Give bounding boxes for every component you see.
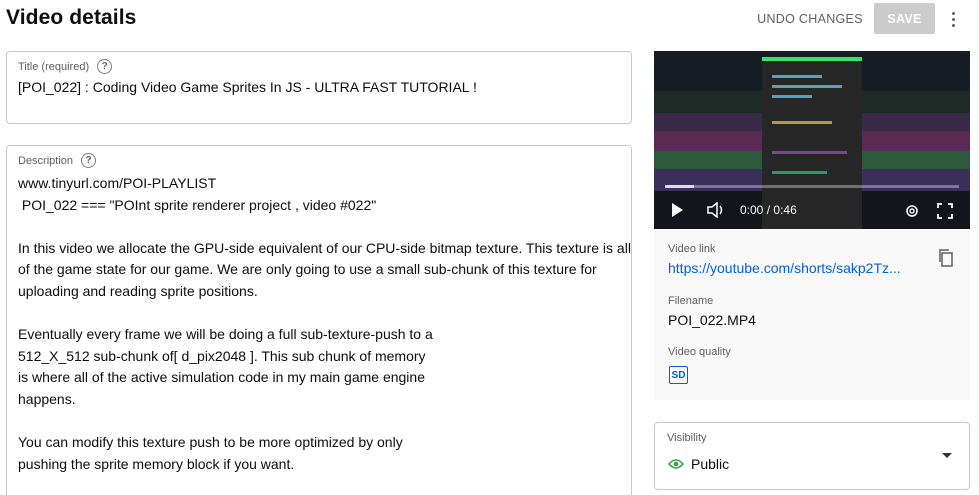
title-label: Title (required) [18, 60, 90, 73]
video-progress-bar[interactable] [665, 185, 959, 188]
more-options-icon[interactable] [943, 6, 963, 32]
description-label: Description [18, 154, 74, 167]
video-time: 0:00 / 0:46 [740, 203, 797, 217]
video-progress-fill [665, 185, 695, 188]
video-preview[interactable]: 0:00 / 0:46 [654, 51, 970, 229]
undo-changes-button[interactable]: UNDO CHANGES [752, 4, 868, 33]
visibility-select[interactable]: Visibility Public [654, 422, 970, 490]
description-textarea[interactable]: www.tinyurl.com/POI-PLAYLIST POI_022 ===… [18, 173, 631, 475]
help-icon[interactable]: ? [97, 59, 113, 74]
video-link[interactable]: https://youtube.com/shorts/sakp2Tz... [668, 260, 901, 276]
dropdown-arrow-icon[interactable] [942, 453, 952, 458]
time-separator: / [766, 203, 771, 217]
filename-value: POI_022.MP4 [668, 312, 756, 328]
total-time: 0:46 [773, 203, 797, 217]
description-label-row: Description ? [18, 153, 97, 168]
sd-quality-icon: SD [669, 366, 688, 384]
play-icon[interactable] [672, 203, 683, 217]
visibility-value: Public [691, 456, 730, 472]
video-quality-label: Video quality [668, 346, 731, 358]
description-field[interactable]: Description ? www.tinyurl.com/POI-PLAYLI… [6, 145, 632, 495]
page-title: Video details [6, 6, 137, 29]
title-input[interactable]: [POI_022] : Coding Video Game Sprites In… [18, 79, 477, 95]
title-label-row: Title (required) ? [18, 59, 113, 74]
copy-icon[interactable] [938, 249, 954, 267]
fullscreen-icon[interactable] [937, 203, 953, 219]
current-time: 0:00 [740, 203, 764, 217]
settings-gear-icon[interactable] [904, 203, 920, 219]
video-info-panel: 0:00 / 0:46 Video link https://youtube.c… [654, 51, 970, 400]
eye-icon [668, 459, 684, 469]
help-icon[interactable]: ? [81, 153, 97, 168]
title-field[interactable]: Title (required) ? [POI_022] : Coding Vi… [6, 51, 632, 124]
save-button[interactable]: SAVE [874, 3, 935, 34]
visibility-label: Visibility [667, 432, 707, 444]
video-link-label: Video link [668, 243, 716, 255]
volume-icon[interactable] [707, 202, 725, 218]
filename-label: Filename [668, 295, 714, 307]
